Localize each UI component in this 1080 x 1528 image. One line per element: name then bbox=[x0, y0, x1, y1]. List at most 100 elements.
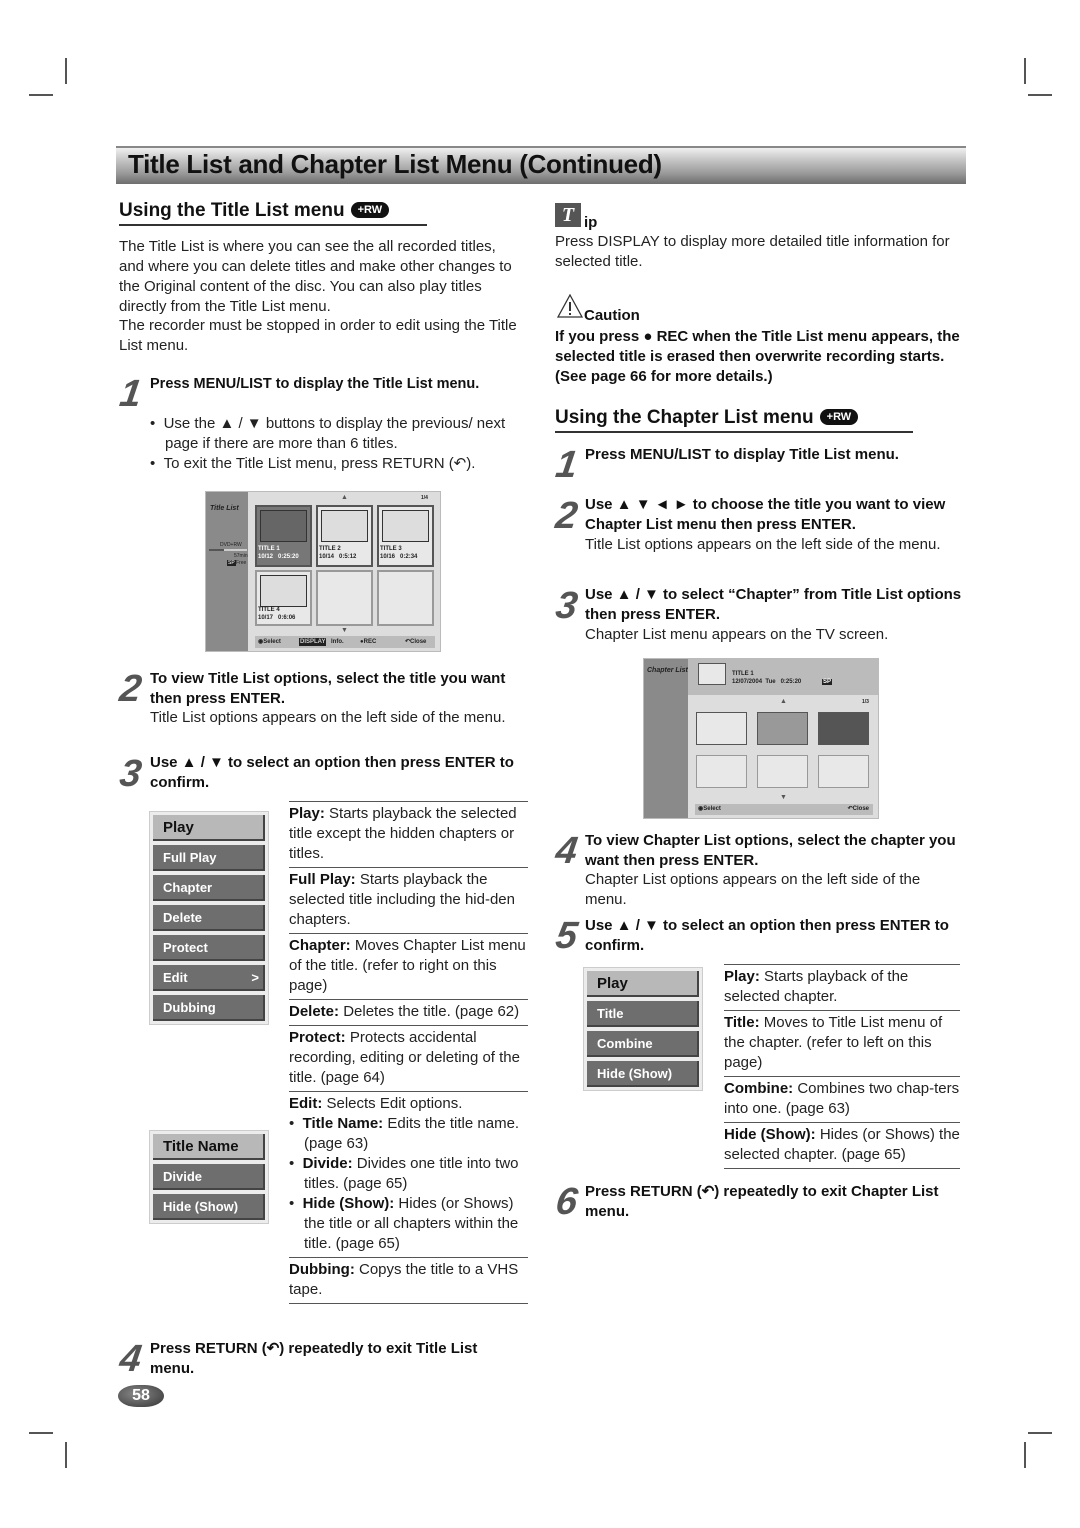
desc-title: Title: Moves to Title List menu of the c… bbox=[724, 1010, 960, 1076]
empty-slot bbox=[316, 570, 373, 626]
osd-label: Chapter List bbox=[647, 667, 688, 674]
menu-item-delete[interactable]: Delete bbox=[153, 905, 265, 931]
caution-text: If you press ● REC when the Title List m… bbox=[555, 328, 960, 385]
edit-bullet: • Hide (Show): Hides (or Shows) the titl… bbox=[289, 1195, 519, 1252]
desc-protect: Protect: Protects accidental recording, … bbox=[289, 1025, 528, 1091]
desc-full-play: Full Play: Starts playback the selected … bbox=[289, 867, 528, 933]
desc-combine: Combine: Combines two chap-ters into one… bbox=[724, 1076, 960, 1122]
desc-dubbing: Dubbing: Copys the title to a VHS tape. bbox=[289, 1257, 528, 1304]
bullet-item: • To exit the Title List menu, press RET… bbox=[150, 455, 476, 472]
osd-sidebar bbox=[644, 659, 688, 818]
step-number: 6 bbox=[553, 1181, 581, 1223]
desc-play: Play: Starts playback the selected title… bbox=[289, 801, 528, 867]
menu-item-chapter[interactable]: Chapter bbox=[153, 875, 265, 901]
menu-item-divide[interactable]: Divide bbox=[153, 1164, 265, 1190]
step-4-text: Press RETURN (↶) repeatedly to exit Titl… bbox=[150, 1340, 478, 1377]
display-key: DISPLAY bbox=[299, 638, 327, 646]
menu-item-title[interactable]: Title bbox=[587, 1001, 699, 1027]
desc-edit: Edit: Selects Edit options. • Title Name… bbox=[289, 1091, 528, 1257]
select-hint: ◉Select bbox=[258, 639, 281, 645]
title-list-osd: Title List DVD+RW 57min SP Free ▲ 1/4 TI… bbox=[205, 491, 441, 652]
sp-badge: SP bbox=[822, 679, 833, 685]
desc-delete: Delete: Deletes the title. (page 62) bbox=[289, 999, 528, 1025]
step-number: 2 bbox=[553, 495, 581, 537]
bullet-text: To exit the Title List menu, press RETUR… bbox=[163, 455, 476, 472]
title-2-label: TITLE 2 10/14 0:5:12 bbox=[319, 546, 357, 560]
crop-mark bbox=[1028, 94, 1052, 96]
up-arrow-icon[interactable]: ▲ bbox=[780, 698, 787, 705]
page-indicator: 1/4 bbox=[421, 495, 428, 501]
info-hint: Info. bbox=[331, 639, 344, 645]
down-arrow-icon[interactable]: ▼ bbox=[780, 794, 787, 801]
desc-chapter: Chapter: Moves Chapter List menu of the … bbox=[289, 933, 528, 999]
close-hint: ↶Close bbox=[405, 639, 427, 645]
chapter-step-2-sub: Title List options appears on the left s… bbox=[585, 536, 941, 553]
step-2-sub: Title List options appears on the left s… bbox=[150, 709, 506, 726]
step-number: 3 bbox=[553, 585, 581, 627]
empty-slot bbox=[696, 755, 747, 788]
empty-slot bbox=[757, 755, 808, 788]
menu-item-full-play[interactable]: Full Play bbox=[153, 845, 265, 871]
osd-sidebar bbox=[206, 492, 248, 651]
step-number: 1 bbox=[553, 444, 581, 486]
title-list-heading: Using the Title List menu +RW bbox=[119, 200, 427, 226]
chapter-list-osd: Chapter List TITLE 1 12/07/2004 Tue 0:25… bbox=[643, 658, 879, 819]
crop-mark bbox=[1028, 1432, 1052, 1434]
step-number: 2 bbox=[117, 668, 145, 710]
chapter-options-descriptions: Play: Starts playback of the selected ch… bbox=[724, 964, 960, 1169]
osd-label: Title List bbox=[210, 505, 239, 512]
menu-item-play[interactable]: Play bbox=[153, 815, 265, 841]
close-hint: ↶Close bbox=[847, 806, 869, 812]
desc-play: Play: Starts playback of the selected ch… bbox=[724, 964, 960, 1010]
remaining-time: 57min bbox=[234, 553, 248, 559]
menu-item-edit[interactable]: Edit > bbox=[153, 965, 265, 991]
intro-text: The Title List is where you can see the … bbox=[119, 238, 512, 315]
current-title-thumb bbox=[698, 663, 726, 685]
step-1-bullets: • Use the ▲ / ▼ buttons to display the p… bbox=[150, 414, 520, 474]
menu-item-combine[interactable]: Combine bbox=[587, 1031, 699, 1057]
chapter-step-4-sub: Chapter List options appears on the left… bbox=[585, 871, 921, 908]
crop-mark bbox=[65, 1442, 67, 1468]
intro-text-2: The recorder must be stopped in order to… bbox=[119, 317, 517, 354]
rw-badge: +RW bbox=[819, 409, 859, 425]
menu-item-hide-show[interactable]: Hide (Show) bbox=[153, 1194, 265, 1220]
crop-mark bbox=[29, 1432, 53, 1434]
heading-text: Using the Title List menu bbox=[119, 200, 345, 221]
title-4-label: TITLE 4 10/17 0:6:06 bbox=[258, 607, 296, 621]
down-arrow-icon[interactable]: ▼ bbox=[341, 627, 348, 634]
menu-item-play[interactable]: Play bbox=[587, 971, 699, 997]
title-options-descriptions: Play: Starts playback the selected title… bbox=[289, 801, 528, 1304]
empty-slot bbox=[818, 755, 869, 788]
chevron-right-icon: > bbox=[251, 970, 259, 985]
chapter-step-6-text: Press RETURN (↶) repeatedly to exit Chap… bbox=[585, 1183, 939, 1220]
chapter-thumb-2[interactable] bbox=[757, 712, 808, 745]
edit-bullet: • Divide: Divides one title into two tit… bbox=[289, 1155, 519, 1192]
edit-options-menu: Title Name Divide Hide (Show) bbox=[149, 1130, 269, 1224]
title-1-label: TITLE 1 10/12 0:25:20 bbox=[258, 546, 299, 560]
tip-label: ip bbox=[584, 214, 598, 231]
menu-item-dubbing[interactable]: Dubbing bbox=[153, 995, 265, 1021]
current-title-info: 12/07/2004 Tue 0:25:20 bbox=[732, 679, 802, 685]
rw-badge: +RW bbox=[350, 202, 390, 218]
disc-capacity-bar bbox=[209, 549, 247, 551]
chapter-step-3-sub: Chapter List menu appears on the TV scre… bbox=[585, 626, 889, 643]
crop-mark bbox=[1024, 1442, 1026, 1468]
chapter-thumb-3[interactable] bbox=[818, 712, 869, 745]
menu-item-protect[interactable]: Protect bbox=[153, 935, 265, 961]
menu-item-title-name[interactable]: Title Name bbox=[153, 1134, 265, 1160]
tip-text: Press DISPLAY to display more detailed t… bbox=[555, 233, 950, 270]
step-number: 5 bbox=[553, 915, 581, 957]
chapter-thumb-1[interactable] bbox=[696, 712, 747, 745]
step-number: 4 bbox=[117, 1338, 145, 1380]
step-number: 3 bbox=[117, 753, 145, 795]
chapter-step-4-text: To view Chapter List options, select the… bbox=[585, 832, 956, 869]
up-arrow-icon[interactable]: ▲ bbox=[341, 494, 348, 501]
menu-item-hide-show[interactable]: Hide (Show) bbox=[587, 1061, 699, 1087]
title-3-label: TITLE 3 10/16 0:2:34 bbox=[380, 546, 418, 560]
crop-mark bbox=[29, 94, 53, 96]
step-3-text: Use ▲ / ▼ to select an option then press… bbox=[150, 754, 514, 791]
step-number: 1 bbox=[117, 373, 145, 415]
desc-hide-show: Hide (Show): Hides (or Shows) the select… bbox=[724, 1122, 960, 1169]
page-banner: Title List and Chapter List Menu (Contin… bbox=[116, 146, 966, 184]
page-indicator: 1/3 bbox=[862, 699, 869, 705]
